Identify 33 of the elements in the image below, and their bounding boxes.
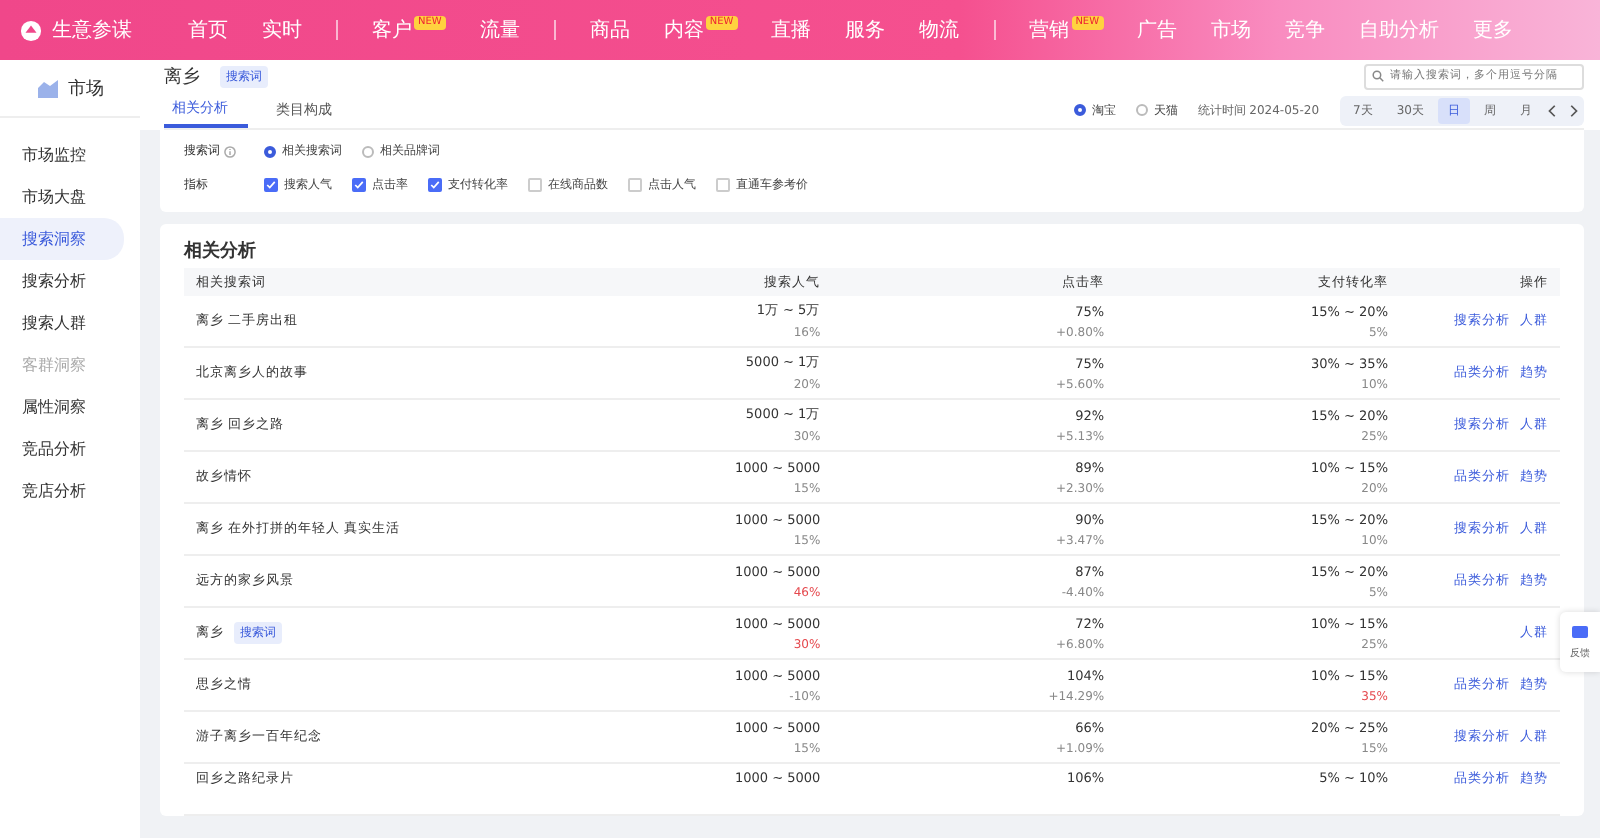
market-icon	[36, 77, 60, 99]
sidebar-item[interactable]: 属性洞察	[0, 386, 124, 428]
info-icon	[224, 145, 236, 157]
sidebar-title: 市场	[68, 77, 104, 101]
keyword-title: 离乡	[164, 65, 200, 89]
sidebar-item[interactable]: 竞店分析	[0, 470, 124, 512]
nav-link[interactable]: 客户 $^{NEW}$	[372, 16, 446, 44]
checkmark-icon	[354, 178, 364, 192]
nav-link[interactable]: 直播	[771, 16, 812, 44]
sidebar-item[interactable]: 竞品分析	[0, 428, 124, 470]
sidebar-item[interactable]: 搜索分析	[0, 260, 124, 302]
nav-link[interactable]: 商品	[589, 16, 630, 44]
nav-link[interactable]: 内容 $^{NEW}$	[663, 16, 738, 44]
nav-link[interactable]: 物流	[919, 16, 960, 44]
sidebar-group-heading: 客群洞察	[20, 354, 88, 378]
next-icon[interactable]	[1566, 103, 1580, 117]
sidebar-item[interactable]: 搜索洞察	[0, 218, 124, 260]
nav-link[interactable]: 首页	[188, 16, 228, 44]
sidebar-item[interactable]: 搜索人群	[0, 302, 124, 344]
nav-link[interactable]: 服务	[845, 16, 886, 44]
section-title: 相关分析	[184, 238, 258, 265]
previous-icon[interactable]	[1546, 103, 1560, 117]
checkmark-icon	[266, 178, 276, 192]
new-badge: NEW	[705, 16, 738, 30]
new-badge: NEW	[414, 16, 446, 30]
sidebar-item[interactable]: 市场大盘	[0, 176, 124, 218]
sidebar-item[interactable]: 市场监控	[0, 134, 124, 176]
checkmark-icon	[430, 178, 440, 192]
nav-link[interactable]: 实时	[262, 16, 302, 44]
new-badge: NEW	[1071, 16, 1104, 30]
logo-icon	[20, 19, 42, 41]
nav-link[interactable]: 流量	[479, 16, 520, 44]
app-logo-text: 生意参谋	[52, 17, 132, 44]
